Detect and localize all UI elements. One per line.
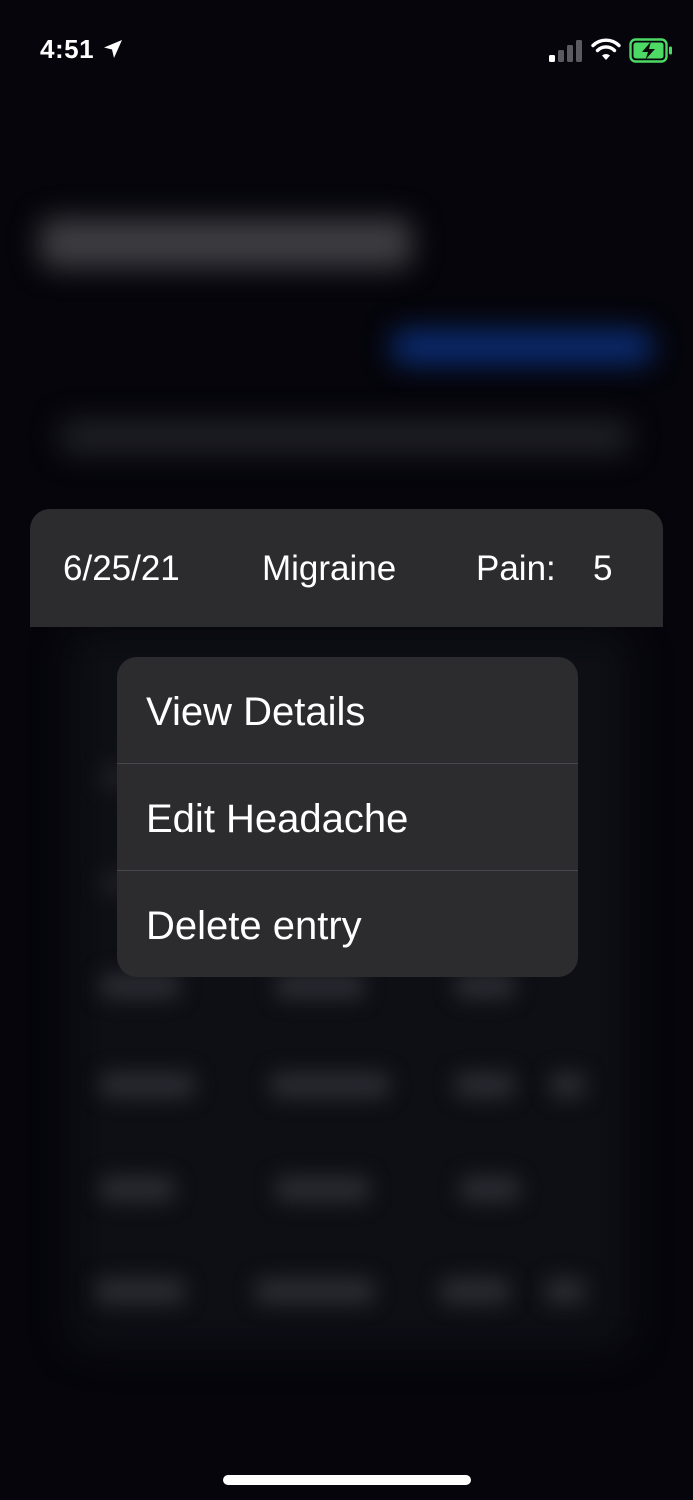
entry-date: 6/25/21 [63,549,180,588]
entry-pain-label: Pain: [476,549,556,588]
blurred-cell [550,1072,585,1098]
menu-item-label: View Details [146,690,366,734]
cellular-signal-icon [549,40,582,62]
battery-charging-icon [629,38,672,63]
blurred-cell [255,1278,375,1304]
context-menu: View Details Edit Headache Delete entry [117,657,578,977]
blurred-link [392,330,652,364]
blurred-cell [100,1176,175,1202]
blurred-cell [95,1278,185,1304]
menu-item-label: Delete entry [146,904,362,948]
edit-headache-button[interactable]: Edit Headache [117,764,578,870]
blurred-cell [440,1278,510,1304]
blurred-cell [100,1072,195,1098]
home-indicator[interactable] [223,1475,471,1485]
status-time: 4:51 [40,34,95,64]
wifi-icon [591,38,621,60]
menu-item-label: Edit Headache [146,797,409,841]
entry-pain-value: 5 [593,549,613,588]
blurred-cell [545,1278,585,1304]
entry-type: Migraine [262,549,397,588]
blurred-page-title [40,218,412,268]
blurred-subtitle [60,420,630,454]
status-bar: 4:51 [0,0,693,100]
blurred-cell [460,1176,520,1202]
view-details-button[interactable]: View Details [117,657,578,763]
location-arrow-icon [104,40,122,58]
blurred-cell [455,1072,515,1098]
headache-entry-preview: 6/25/21 Migraine Pain: 5 [30,509,663,627]
blurred-cell [270,1072,390,1098]
delete-entry-button[interactable]: Delete entry [117,871,578,977]
blurred-cell [275,1176,370,1202]
